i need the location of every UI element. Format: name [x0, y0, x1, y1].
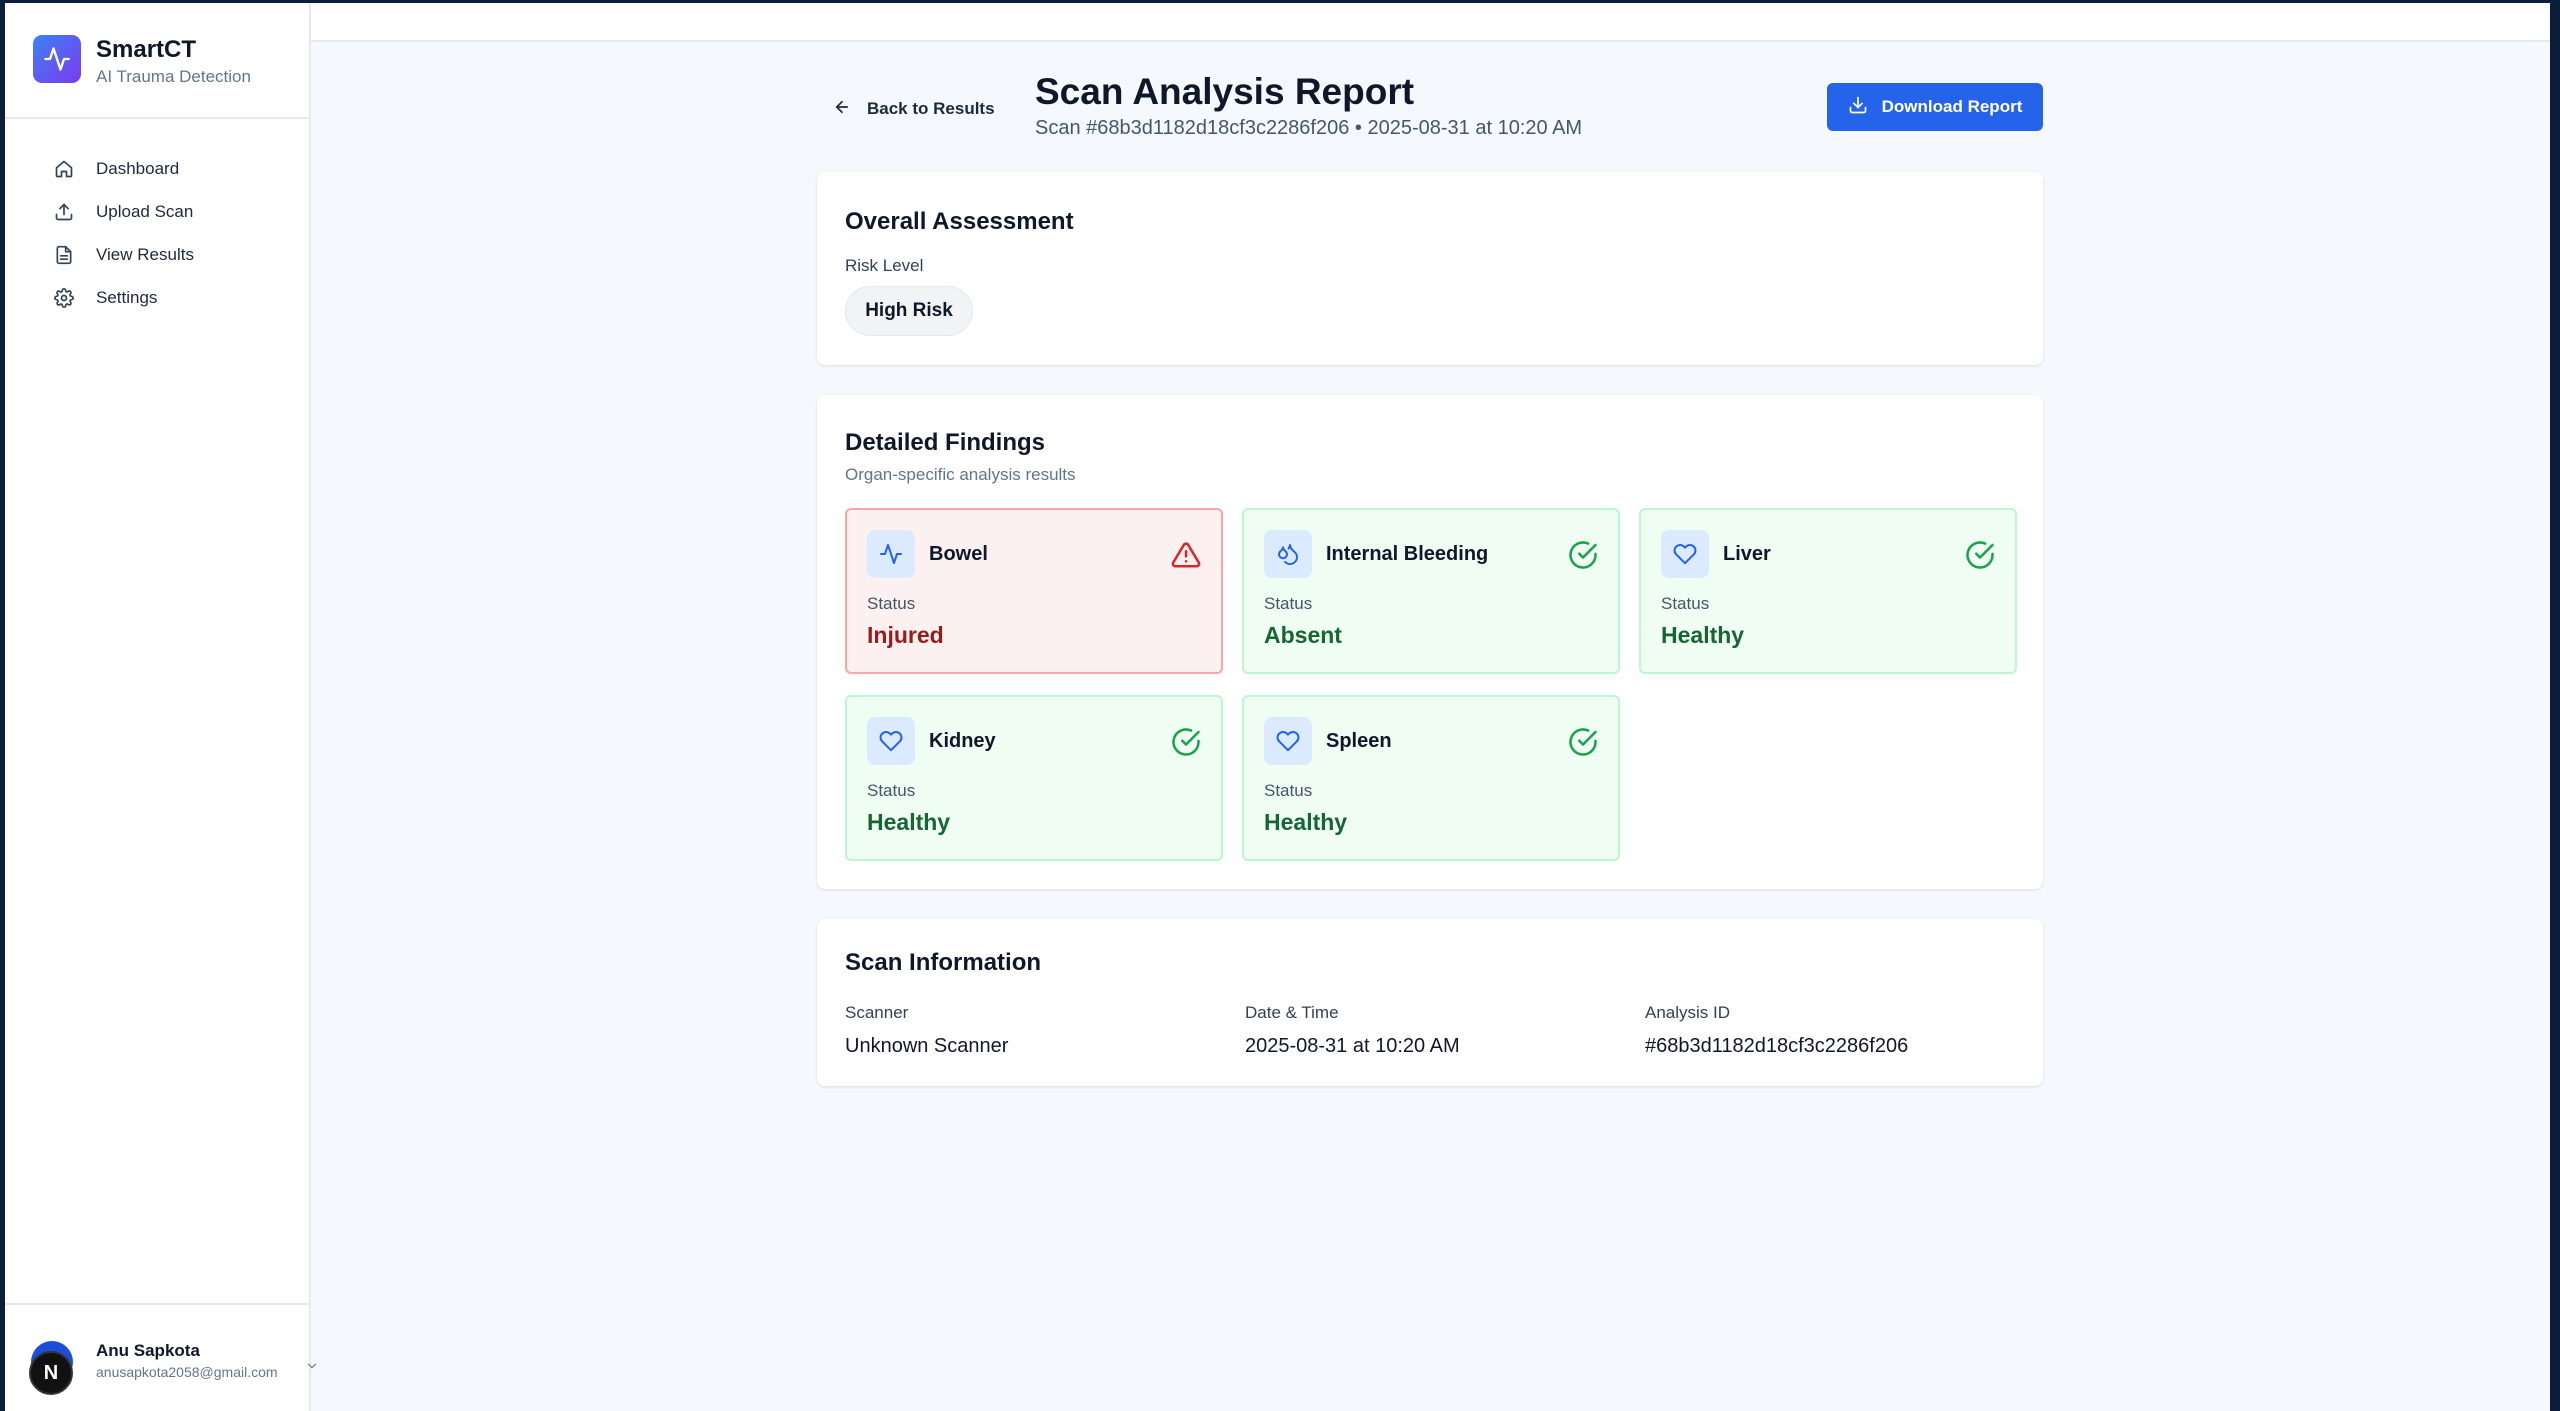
- check-circle-icon: [1568, 540, 1598, 570]
- detailed-findings-card: Detailed Findings Organ-specific analysi…: [817, 395, 2043, 889]
- analysis-id-value: #68b3d1182d18cf3c2286f206: [1645, 1035, 1909, 1057]
- heart-icon: [1661, 530, 1709, 578]
- heart-icon: [867, 717, 915, 765]
- datetime-label: Date & Time: [1245, 1003, 1339, 1022]
- status-value: Injured: [867, 622, 944, 648]
- sidebar-item-dashboard[interactable]: Dashboard: [25, 149, 295, 189]
- card-title: Scan Information: [845, 949, 1042, 976]
- status-value: Absent: [1264, 622, 1342, 648]
- sidebar-item-settings[interactable]: Settings: [25, 278, 295, 318]
- status-value: Healthy: [1264, 809, 1348, 835]
- sidebar-item-view-results[interactable]: View Results: [25, 235, 295, 275]
- finding-name: Liver: [1723, 543, 1771, 565]
- sidebar-item-label: Dashboard: [96, 159, 180, 178]
- status-label: Status: [1264, 781, 1313, 800]
- brand-name: SmartCT: [96, 36, 197, 63]
- check-circle-icon: [1171, 727, 1201, 757]
- check-circle-icon: [1568, 727, 1598, 757]
- finding-card-internal-bleeding: Internal Bleeding Status Absent: [1242, 508, 1620, 674]
- sidebar-item-upload-scan[interactable]: Upload Scan: [25, 192, 295, 232]
- back-to-results-button[interactable]: Back to Results: [833, 89, 995, 129]
- home-icon: [53, 158, 75, 180]
- page-subtitle: Scan #68b3d1182d18cf3c2286f206 • 2025-08…: [1035, 117, 1583, 139]
- overall-assessment-card: Overall Assessment Risk Level High Risk: [817, 172, 2043, 365]
- droplets-icon: [1264, 530, 1312, 578]
- activity-logo-icon: [33, 35, 81, 83]
- analysis-id-label: Analysis ID: [1645, 1003, 1731, 1022]
- brand-header: SmartCT AI Trauma Detection: [5, 3, 311, 119]
- finding-card-kidney: Kidney Status Healthy: [845, 695, 1223, 861]
- scanner-value: Unknown Scanner: [845, 1035, 1009, 1057]
- status-value: Healthy: [1661, 622, 1745, 648]
- scanner-label: Scanner: [845, 1003, 909, 1022]
- finding-name: Spleen: [1326, 730, 1392, 752]
- download-icon: [1848, 95, 1868, 120]
- alert-triangle-icon: [1171, 540, 1201, 570]
- status-label: Status: [1661, 594, 1710, 613]
- upload-icon: [53, 201, 75, 223]
- activity-icon: [867, 530, 915, 578]
- finding-card-bowel: Bowel Status Injured: [845, 508, 1223, 674]
- finding-name: Kidney: [929, 730, 996, 752]
- card-title: Overall Assessment: [845, 208, 1074, 235]
- back-button-label: Back to Results: [867, 99, 995, 118]
- analysis-id-field: Analysis ID #68b3d1182d18cf3c2286f206: [1645, 1003, 1908, 1058]
- brand-subtitle: AI Trauma Detection: [96, 67, 251, 86]
- datetime-field: Date & Time 2025-08-31 at 10:20 AM: [1245, 1003, 1460, 1058]
- risk-level-label: Risk Level: [845, 256, 924, 275]
- scanner-field: Scanner Unknown Scanner: [845, 1003, 1008, 1058]
- finding-card-liver: Liver Status Healthy: [1639, 508, 2017, 674]
- sidebar-item-label: Upload Scan: [96, 202, 194, 221]
- check-circle-icon: [1965, 540, 1995, 570]
- page-title: Scan Analysis Report: [1035, 71, 1415, 112]
- sidebar-item-label: View Results: [96, 245, 194, 264]
- gear-icon: [53, 287, 75, 309]
- status-label: Status: [867, 781, 916, 800]
- arrow-left-icon: [833, 98, 851, 121]
- risk-level-badge: High Risk: [845, 286, 973, 336]
- scan-information-card: Scan Information Scanner Unknown Scanner…: [817, 919, 2043, 1086]
- status-label: Status: [1264, 594, 1313, 613]
- finding-name: Internal Bleeding: [1326, 543, 1489, 565]
- file-text-icon: [53, 244, 75, 266]
- heart-icon: [1264, 717, 1312, 765]
- download-report-button[interactable]: Download Report: [1827, 83, 2043, 131]
- status-label: Status: [867, 594, 916, 613]
- card-title: Detailed Findings: [845, 429, 1046, 456]
- user-name: Anu Sapkota: [96, 1341, 200, 1360]
- dev-overlay-badge[interactable]: N: [29, 1351, 73, 1395]
- finding-name: Bowel: [929, 543, 988, 565]
- top-bar: [311, 3, 2550, 42]
- sidebar: SmartCT AI Trauma Detection Dashboard Up…: [5, 3, 317, 1411]
- finding-card-spleen: Spleen Status Healthy: [1242, 695, 1620, 861]
- datetime-value: 2025-08-31 at 10:20 AM: [1245, 1035, 1460, 1057]
- user-email: anusapkota2058@gmail.com: [96, 1364, 278, 1380]
- status-value: Healthy: [867, 809, 951, 835]
- chevron-down-icon[interactable]: [305, 1359, 321, 1375]
- sidebar-item-label: Settings: [96, 288, 158, 307]
- user-menu[interactable]: N Anu Sapkota anusapkota2058@gmail.com: [5, 1303, 317, 1411]
- card-description: Organ-specific analysis results: [845, 465, 1076, 484]
- app-window: SmartCT AI Trauma Detection Dashboard Up…: [5, 3, 2550, 1411]
- download-button-label: Download Report: [1881, 97, 2023, 116]
